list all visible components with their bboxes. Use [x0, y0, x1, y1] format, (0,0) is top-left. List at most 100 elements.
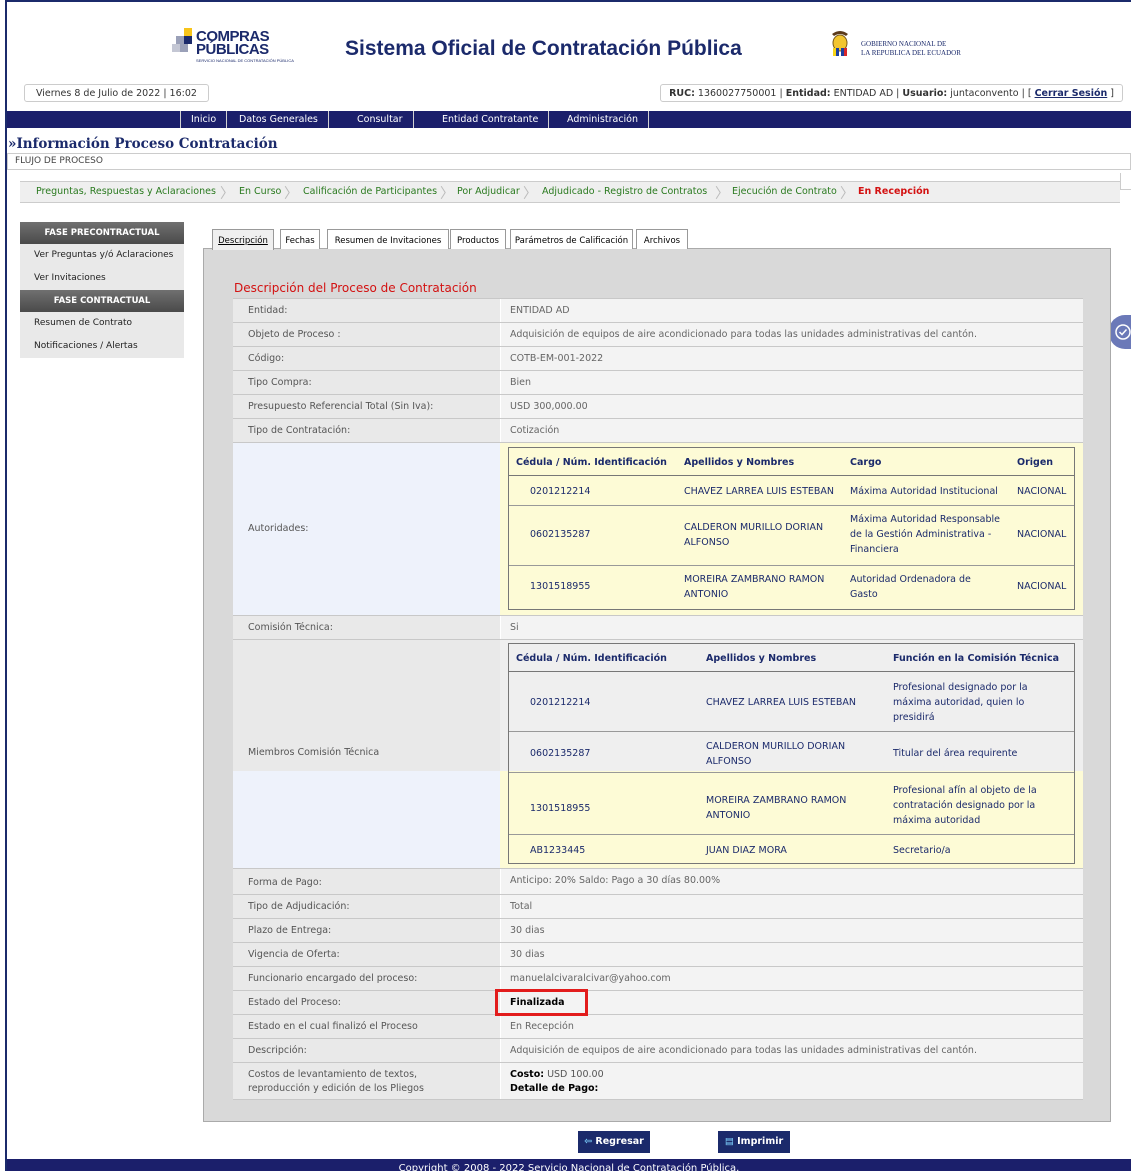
entidad-label: Entidad: [785, 88, 831, 99]
flow-step-preguntas[interactable]: Preguntas, Respuestas y Aclaraciones [36, 186, 216, 197]
autoridades-label: Autoridades: [248, 523, 309, 534]
logout-bracket-close: ] [1110, 88, 1114, 99]
funcionario-label: Funcionario encargado del proceso: [233, 967, 500, 990]
entidad-value: ENTIDAD AD [833, 88, 894, 99]
row-divider [509, 834, 1074, 835]
tipo-adjudicacion-value: Total [500, 895, 1083, 918]
plazo-entrega-value: 30 dias [500, 919, 1083, 942]
descripcion-value: Adquisición de equipos de aire acondicio… [500, 1039, 1083, 1062]
aut-cargo-3: Autoridad Ordenadora de Gasto [850, 574, 971, 600]
flow-arrow-icon: 〉 [440, 186, 454, 202]
costos-label-line1: Costos de levantamiento de textos, [248, 1069, 418, 1080]
mie-cedula-1: 0201212214 [530, 697, 591, 708]
footer: Copyright © 2008 - 2022 Servicio Naciona… [7, 1159, 1131, 1171]
gobierno-text-1: GOBIERNO NACIONAL DE [861, 40, 947, 48]
row-divider [509, 772, 1074, 773]
nav-datos-generales[interactable]: Datos Generales [229, 111, 329, 128]
costo-label: Costo: [510, 1069, 545, 1080]
estado-finalizo-label: Estado en el cual finalizó el Proceso [233, 1015, 500, 1038]
mie-nombre-4: JUAN DIAZ MORA [706, 845, 787, 856]
miembros-label: Miembros Comisión Técnica [248, 747, 380, 758]
tab-descripcion[interactable]: Descripción [212, 229, 274, 250]
tab-archivos[interactable]: Archivos [636, 229, 688, 249]
flow-step-adjudicado[interactable]: Adjudicado - Registro de Contratos [542, 186, 707, 197]
tipo-compra-value: Bien [500, 371, 1083, 394]
nav-consultar[interactable]: Consultar [347, 111, 414, 128]
flow-step-en-recepcion[interactable]: En Recepción [858, 186, 929, 197]
sidebar-item-invitaciones[interactable]: Ver Invitaciones [20, 267, 184, 290]
aut-header-cargo: Cargo [850, 457, 882, 468]
row-divider [509, 565, 1074, 566]
tipo-contratacion-label: Tipo de Contratación: [233, 419, 500, 442]
main-nav: Inicio Datos Generales Consultar Entidad… [7, 111, 1131, 128]
tab-fechas[interactable]: Fechas [280, 229, 320, 249]
sidebar-item-resumen-contrato[interactable]: Resumen de Contrato [20, 312, 184, 335]
flow-arrow-icon: 〉 [220, 186, 234, 202]
regresar-label: Regresar [595, 1136, 644, 1147]
row-vigencia-oferta: Vigencia de Oferta: 30 dias [233, 942, 1083, 966]
tab-parametros-calificacion[interactable]: Parámetros de Calificación [510, 229, 633, 249]
costos-label-line2: reproducción y edición de los Pliegos [248, 1083, 424, 1094]
regresar-button[interactable]: ⇦ Regresar [578, 1131, 650, 1153]
nav-entidad-contratante[interactable]: Entidad Contratante [432, 111, 550, 128]
user-info: RUC: 1360027750001 | Entidad: ENTIDAD AD… [660, 84, 1123, 102]
tab-resumen-invitaciones[interactable]: Resumen de Invitaciones [327, 229, 449, 249]
mie-cedula-3: 1301518955 [530, 803, 591, 814]
imprimir-label: Imprimir [737, 1136, 784, 1147]
sidebar-item-preguntas[interactable]: Ver Preguntas y/ó Aclaraciones [20, 244, 184, 267]
imprimir-button[interactable]: ▤ Imprimir [718, 1131, 790, 1153]
tab-productos[interactable]: Productos [450, 229, 506, 249]
vigencia-oferta-value: 30 dias [500, 943, 1083, 966]
sidebar-header-precontractual: FASE PRECONTRACTUAL [20, 222, 184, 244]
aut-header-cedula: Cédula / Núm. Identificación [516, 457, 667, 468]
mie-header-funcion: Función en la Comisión Técnica [893, 653, 1060, 664]
gobierno-text-2: LA REPUBLICA DEL ECUADOR [861, 49, 961, 57]
nav-administracion[interactable]: Administración [557, 111, 650, 128]
mie-header-nombre: Apellidos y Nombres [706, 653, 817, 664]
costos-value: Costo: USD 100.00 Detalle de Pago: [500, 1063, 1083, 1099]
arrow-left-icon: ⇦ [584, 1136, 593, 1147]
costos-label: Costos de levantamiento de textos, repro… [233, 1063, 500, 1099]
logout-link[interactable]: Cerrar Sesión [1035, 88, 1108, 99]
printer-icon: ▤ [724, 1136, 734, 1147]
side-widget[interactable] [1109, 315, 1131, 349]
mie-header-cedula: Cédula / Núm. Identificación [516, 653, 667, 664]
flow-label: FLUJO DE PROCESO [7, 153, 1131, 170]
row-codigo: Código: COTB-EM-001-2022 [233, 346, 1083, 370]
aut-origen-3: NACIONAL [1017, 581, 1067, 592]
page-title: »Información Proceso Contratación [8, 136, 278, 152]
ruc-label: RUC: [669, 88, 695, 99]
flow-step-calificacion[interactable]: Calificación de Participantes [303, 186, 437, 197]
mie-cedula-4: AB1233445 [530, 845, 586, 856]
estado-finalizo-value: En Recepción [500, 1015, 1083, 1038]
usuario-label: Usuario: [902, 88, 948, 99]
row-tipo-compra: Tipo Compra: Bien [233, 370, 1083, 394]
mie-cedula-2: 0602135287 [530, 748, 591, 759]
flow-border [1120, 173, 1131, 190]
usuario-value: juntaconvento [950, 88, 1019, 99]
forma-pago-value: Anticipo: 20% Saldo: Pago a 30 días 80.0… [500, 869, 1083, 894]
codigo-value: COTB-EM-001-2022 [500, 347, 1083, 370]
logo-tagline: SERVICIO NACIONAL DE CONTRATACIÓN PÚBLIC… [196, 58, 294, 63]
aut-origen-2: NACIONAL [1017, 529, 1067, 540]
row-tipo-contratacion: Tipo de Contratación: Cotización [233, 418, 1083, 442]
tipo-compra-label: Tipo Compra: [233, 371, 500, 394]
mie-nombre-3: MOREIRA ZAMBRANO RAMON ANTONIO [706, 795, 847, 821]
entidad-label: Entidad: [233, 299, 500, 322]
detalle-pago-label: Detalle de Pago: [510, 1083, 599, 1094]
plazo-entrega-label: Plazo de Entrega: [233, 919, 500, 942]
sidebar-item-notificaciones[interactable]: Notificaciones / Alertas [20, 335, 184, 358]
row-plazo-entrega: Plazo de Entrega: 30 dias [233, 918, 1083, 942]
nav-inicio[interactable]: Inicio [180, 111, 228, 128]
flow-arrow-icon: 〉 [715, 186, 729, 202]
flow-step-ejecucion[interactable]: Ejecución de Contrato [732, 186, 837, 197]
current-date: Viernes 8 de Julio de 2022 | 16:02 [24, 84, 209, 102]
flow-arrow-icon: 〉 [840, 186, 854, 202]
row-descripcion: Descripción: Adquisición de equipos de a… [233, 1038, 1083, 1062]
flow-step-en-curso[interactable]: En Curso [239, 186, 281, 197]
flow-step-por-adjudicar[interactable]: Por Adjudicar [457, 186, 520, 197]
compras-publicas-logo: COMPRAS PÚBLICAS SERVICIO NACIONAL DE CO… [172, 28, 294, 68]
row-comision-tecnica: Comisión Técnica: Si [233, 615, 1083, 639]
costo-value: USD 100.00 [547, 1069, 604, 1080]
vigencia-oferta-label: Vigencia de Oferta: [233, 943, 500, 966]
